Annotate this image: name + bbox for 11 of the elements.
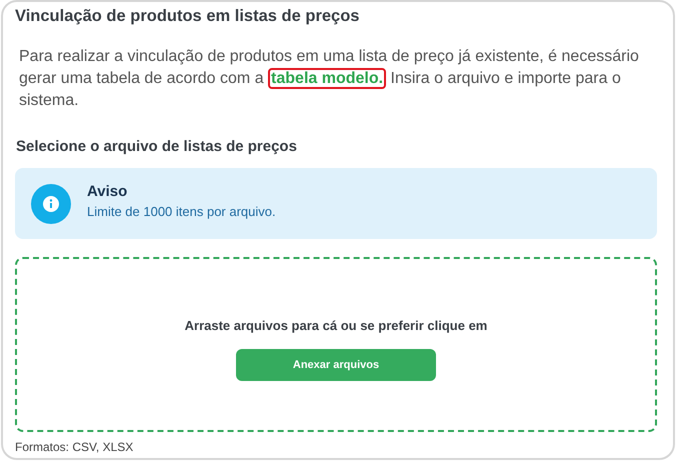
section-title: Selecione o arquivo de listas de preços — [16, 138, 298, 155]
dropzone-prompt: Arraste arquivos para cá ou se preferir clique em — [184, 318, 488, 333]
file-dropzone[interactable]: Arraste arquivos para cá ou se preferir clique em Anexar arquivos — [15, 257, 657, 432]
notice-message: Limite de 1000 itens por arquivo. — [87, 204, 276, 218]
page-title: Vinculação de produtos em listas de preços — [15, 6, 360, 26]
template-link[interactable]: tabela modelo. — [268, 68, 386, 89]
notice-title: Aviso — [87, 182, 128, 200]
info-icon — [31, 184, 71, 224]
intro-paragraph: Para realizar a vinculação de produtos em uma lista de preço já existente, é necessário gerar uma tabela de acordo com a tabela modelo. Insira o arquivo e importe para o sistema. — [19, 47, 640, 111]
formats-note: Formatos: CSV, XLSX — [15, 440, 134, 454]
attach-files-button[interactable]: Anexar arquivos — [236, 349, 436, 381]
